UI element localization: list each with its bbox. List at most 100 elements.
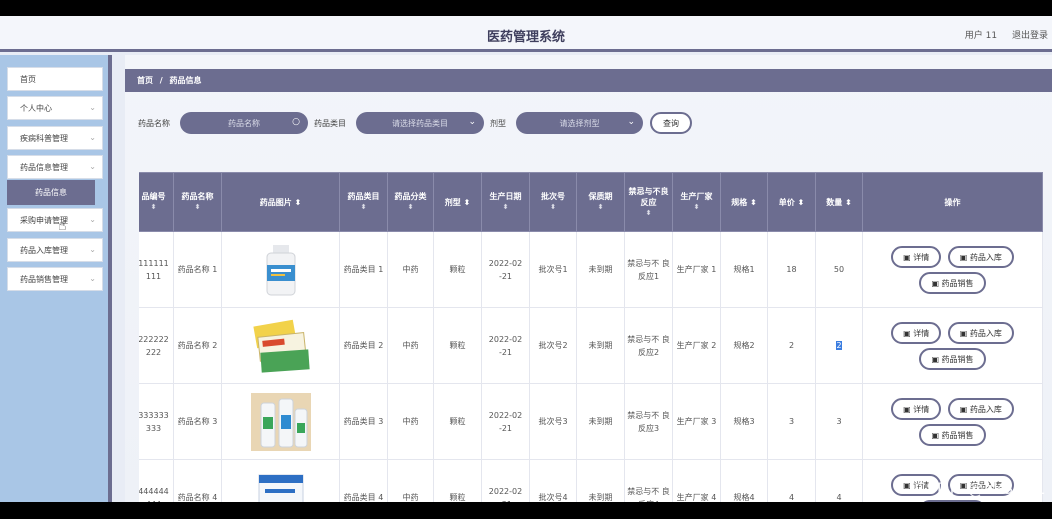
cell-ops: ▣ 详情 ▣ 药品入库 ▣ 药品销售 bbox=[862, 307, 1043, 384]
sort-icon[interactable]: ⬍ bbox=[750, 198, 757, 207]
sale-button[interactable]: ▣ 药品销售 bbox=[919, 423, 986, 446]
col-header-maker[interactable]: 生产厂家 ⬍ bbox=[672, 172, 721, 232]
watermark: CSDN @ck3021 bbox=[914, 479, 1046, 498]
sort-icon[interactable]: ⬍ bbox=[675, 202, 718, 213]
cell-image bbox=[221, 459, 340, 502]
cell-contra: 禁忌与不 良反应2 bbox=[624, 307, 673, 384]
sale-button[interactable]: ▣ 药品销售 bbox=[919, 347, 986, 370]
sidebar-item-label: 药品信息管理 bbox=[20, 163, 68, 172]
breadcrumb-home[interactable]: 首页 bbox=[137, 76, 153, 85]
cell-name: 药品名称 4 bbox=[173, 459, 222, 502]
sort-icon[interactable]: ⬍ bbox=[464, 198, 471, 207]
sort-icon[interactable]: ⬍ bbox=[845, 198, 852, 207]
drug-category-select[interactable]: 请选择药品类目 ⌄ bbox=[356, 112, 484, 134]
stock-in-button[interactable]: ▣ 药品入库 bbox=[947, 397, 1014, 420]
query-button[interactable]: 查询 bbox=[650, 112, 692, 134]
cell-contra: 禁忌与不 良反应1 bbox=[624, 231, 673, 308]
table-header-row: 品编号 ⬍ 药品名称 ⬍ 药品图片 ⬍ 药品类目 ⬍ 药品分类 ⬍ 剂型 ⬍ 生产日期 ⬍… bbox=[139, 172, 1043, 232]
breadcrumb-current: 药品信息 bbox=[169, 76, 202, 85]
col-header-date[interactable]: 生产日期 ⬍ bbox=[481, 172, 530, 232]
cell-code: 444444 444 bbox=[139, 459, 174, 502]
sidebar-subitem-drug-info[interactable]: 药品信息 bbox=[7, 180, 95, 205]
sidebar-item-stock-in[interactable]: 药品入库管理 ⌄ bbox=[7, 238, 103, 262]
sidebar-item-sales[interactable]: 药品销售管理 ⌄ bbox=[7, 267, 103, 291]
user-name[interactable]: 用户 11 bbox=[965, 31, 997, 41]
cell-contra: 禁忌与不 良反应4 bbox=[624, 459, 673, 502]
sidebar: 首页 个人中心 ⌄ 疾病科普管理 ⌄ 药品信息管理 ⌄ 药品信息 采购申请管理 … bbox=[0, 55, 112, 502]
breadcrumb: 首页 / 药品信息 bbox=[125, 69, 1052, 92]
cell-category: 药品类目 2 bbox=[339, 307, 388, 384]
sort-icon[interactable]: ⬍ bbox=[295, 198, 302, 207]
cell-ops: ▣ 详情 ▣ 药品入库 ▣ 药品销售 bbox=[862, 383, 1043, 460]
cell-form: 颗粒 bbox=[433, 383, 482, 460]
sidebar-item-home[interactable]: 首页 bbox=[7, 67, 103, 91]
cell-image bbox=[221, 231, 340, 308]
sidebar-scrollbar[interactable] bbox=[108, 55, 112, 502]
col-header-name[interactable]: 药品名称 ⬍ bbox=[173, 172, 222, 232]
drug-name-input[interactable]: 药品名称 ○ bbox=[180, 112, 308, 134]
app-window: 医药管理系统 用户 11 退出登录 首页 个人中心 ⌄ 疾病科普管理 ⌄ 药品信… bbox=[0, 16, 1052, 502]
stock-in-button[interactable]: ▣ 药品入库 bbox=[947, 245, 1014, 268]
cell-code: 222222 222 bbox=[139, 307, 174, 384]
cell-form: 颗粒 bbox=[433, 231, 482, 308]
cell-batch: 批次号1 bbox=[529, 231, 577, 308]
col-header-code[interactable]: 品编号 ⬍ bbox=[139, 172, 174, 232]
chevron-down-icon: ⌄ bbox=[89, 215, 96, 224]
col-header-ops: 操作 bbox=[862, 172, 1043, 232]
cell-batch: 批次号4 bbox=[529, 459, 577, 502]
col-header-category[interactable]: 药品类目 ⬍ bbox=[339, 172, 388, 232]
detail-button[interactable]: ▣ 详情 bbox=[891, 321, 942, 344]
sidebar-item-label: 首页 bbox=[20, 75, 36, 84]
col-header-shelf[interactable]: 保质期 ⬍ bbox=[576, 172, 625, 232]
cell-code: 111111 111 bbox=[139, 231, 174, 308]
chevron-down-icon: ⌄ bbox=[89, 245, 96, 254]
col-header-contra[interactable]: 禁忌与不良反应 ⬍ bbox=[624, 172, 673, 232]
dosage-form-select[interactable]: 请选择剂型 ⌄ bbox=[516, 112, 643, 134]
sidebar-item-disease[interactable]: 疾病科普管理 ⌄ bbox=[7, 126, 103, 150]
col-header-batch[interactable]: 批次号 ⬍ bbox=[529, 172, 577, 232]
sale-button[interactable]: ▣ 药品销售 bbox=[919, 271, 986, 294]
col-header-form[interactable]: 剂型 ⬍ bbox=[433, 172, 482, 232]
stock-in-button[interactable]: ▣ 药品入库 bbox=[947, 321, 1014, 344]
cell-name: 药品名称 1 bbox=[173, 231, 222, 308]
col-header-type[interactable]: 药品分类 ⬍ bbox=[387, 172, 434, 232]
cell-maker: 生产厂家 1 bbox=[672, 231, 721, 308]
drug-table: 品编号 ⬍ 药品名称 ⬍ 药品图片 ⬍ 药品类目 ⬍ 药品分类 ⬍ 剂型 ⬍ 生产日期 ⬍… bbox=[139, 172, 1043, 502]
main-content: 首页 / 药品信息 药品名称 药品名称 ○ 药品类目 请选择药品类目 ⌄ 剂型 … bbox=[125, 55, 1052, 502]
sort-icon[interactable]: ⬍ bbox=[176, 202, 219, 213]
sort-icon[interactable]: ⬍ bbox=[342, 202, 385, 213]
cell-date: 2022-02 -21 bbox=[481, 459, 530, 502]
sort-icon[interactable]: ⬍ bbox=[798, 198, 805, 207]
breadcrumb-separator: / bbox=[159, 76, 163, 85]
col-header-spec[interactable]: 规格 ⬍ bbox=[720, 172, 768, 232]
col-header-price[interactable]: 单价 ⬍ bbox=[767, 172, 816, 232]
sort-icon[interactable]: ⬍ bbox=[390, 202, 431, 213]
sort-icon[interactable]: ⬍ bbox=[532, 202, 574, 213]
table-row: 222222 222 药品名称 2 药品类目 2 中药 颗粒 2022-02 -… bbox=[139, 307, 1043, 384]
sidebar-item-profile[interactable]: 个人中心 ⌄ bbox=[7, 96, 103, 120]
cell-price: 2 bbox=[767, 307, 816, 384]
sale-button[interactable]: ▣ 药品销售 bbox=[919, 499, 986, 502]
sort-icon[interactable]: ⬍ bbox=[484, 202, 527, 213]
cell-qty: 2 bbox=[815, 307, 863, 384]
logout-link[interactable]: 退出登录 bbox=[1012, 31, 1048, 41]
sidebar-item-label: 药品入库管理 bbox=[20, 246, 68, 255]
sidebar-item-purchase[interactable]: 采购申请管理 ⌄ bbox=[7, 208, 103, 232]
sort-icon[interactable]: ⬍ bbox=[139, 202, 171, 213]
sidebar-item-label: 药品销售管理 bbox=[20, 275, 68, 284]
drug-category-placeholder: 请选择药品类目 bbox=[392, 119, 448, 128]
sidebar-item-drug-info[interactable]: 药品信息管理 ⌄ bbox=[7, 155, 103, 179]
detail-button[interactable]: ▣ 详情 bbox=[891, 397, 942, 420]
cell-code: 333333 333 bbox=[139, 383, 174, 460]
hand-cursor-icon: ☝ bbox=[58, 218, 67, 234]
cell-image bbox=[221, 383, 340, 460]
chevron-down-icon: ⌄ bbox=[89, 103, 96, 112]
col-header-image[interactable]: 药品图片 ⬍ bbox=[221, 172, 340, 232]
sort-icon[interactable]: ⬍ bbox=[627, 208, 670, 219]
detail-button[interactable]: ▣ 详情 bbox=[891, 245, 942, 268]
header-user-area: 用户 11 退出登录 bbox=[953, 28, 1048, 41]
sort-icon[interactable]: ⬍ bbox=[579, 202, 622, 213]
col-header-qty[interactable]: 数量 ⬍ bbox=[815, 172, 863, 232]
cell-type: 中药 bbox=[387, 459, 434, 502]
app-title: 医药管理系统 bbox=[486, 30, 565, 45]
